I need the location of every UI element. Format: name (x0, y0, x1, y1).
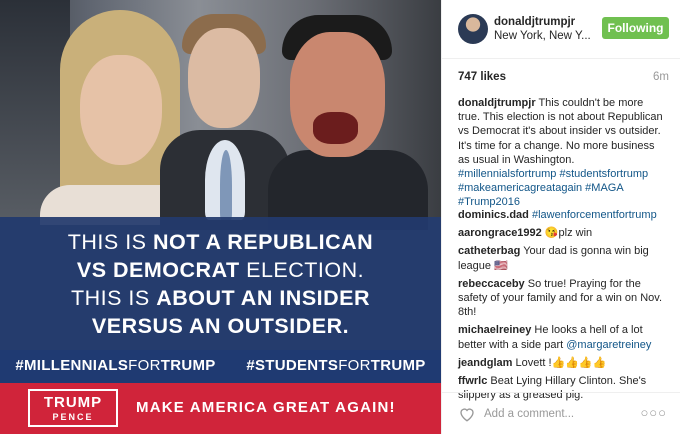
person-left-face (80, 55, 162, 165)
comment: aarongrace1992 😘plz win (458, 227, 593, 240)
caption-username[interactable]: donaldjtrumpjr (458, 97, 536, 109)
post-time: 6m (653, 71, 669, 83)
person-middle-tie (220, 150, 232, 220)
comment-hashtag[interactable]: #lawenforcementfortrump (532, 209, 657, 221)
more-options-icon[interactable]: ○○○ (640, 405, 667, 420)
caption-hashtags[interactable]: #millennialsfortrump #studentsfortrump #… (458, 168, 648, 208)
avatar[interactable] (458, 14, 488, 44)
banner-line-4: VERSUS AN OUTSIDER. (91, 314, 350, 338)
heart-icon[interactable] (458, 405, 476, 423)
hashtag-millennials: #MILLENNIALSFORTRUMP (15, 357, 216, 374)
post-caption: donaldjtrumpjr This couldn't be more tru… (458, 96, 668, 210)
comment: michaelreiney He looks a hell of a lot b… (458, 324, 652, 351)
trump-pence-logo: TRUMP PENCE (28, 389, 118, 427)
following-button[interactable]: Following (602, 17, 669, 39)
comment-list: dominics.dad #lawenforcementfortrump aar… (458, 208, 668, 406)
comment-username[interactable]: jeandglam (458, 357, 512, 369)
comment-mention[interactable]: @margaretreiney (566, 339, 651, 351)
post-image: THIS IS NOT A REPUBLICAN VS DEMOCRAT ELE… (0, 0, 441, 434)
comment-username[interactable]: rebeccaceby (458, 278, 525, 290)
comment-username[interactable]: aarongrace1992 (458, 227, 542, 239)
comment: catheterbag Your dad is gonna win big le… (458, 245, 649, 272)
likes-count[interactable]: 747 likes (458, 71, 506, 83)
comment: dominics.dad #lawenforcementfortrump (458, 208, 668, 222)
location-link[interactable]: New York, New Y... (494, 30, 591, 42)
banner-line-1: THIS IS NOT A REPUBLICAN (67, 230, 374, 254)
person-middle-face (188, 28, 260, 128)
hashtag-text: #MILLENNIALSFORTRUMP #STUDENTSFORTRUMP (0, 357, 441, 374)
comment-username[interactable]: catheterbag (458, 245, 520, 257)
slogan-text: MAKE AMERICA GREAT AGAIN! (136, 399, 396, 416)
banner-line-3: THIS IS ABOUT AN INSIDER (70, 286, 371, 310)
comment: rebeccaceby So true! Praying for the saf… (458, 277, 662, 319)
banner-text: THIS IS NOT A REPUBLICAN VS DEMOCRAT ELE… (0, 228, 441, 340)
comment-bar: Add a comment... ○○○ (442, 392, 680, 435)
comment-username[interactable]: ffwrlc (458, 375, 487, 387)
post-sidebar: donaldjtrumpjr New York, New Y... Follow… (441, 0, 680, 434)
hashtag-students: #STUDENTSFORTRUMP (246, 357, 426, 374)
comment-username[interactable]: michaelreiney (458, 324, 531, 336)
banner-line-2: VS DEMOCRAT ELECTION. (76, 258, 365, 282)
comment-username[interactable]: dominics.dad (458, 209, 529, 221)
person-right-mouth (313, 112, 358, 144)
username-link[interactable]: donaldjtrumpjr (494, 16, 575, 28)
post-header: donaldjtrumpjr New York, New Y... Follow… (442, 0, 680, 59)
comment: jeandglam Lovett !👍👍👍👍 (458, 356, 607, 369)
add-comment-input[interactable]: Add a comment... (484, 408, 574, 420)
